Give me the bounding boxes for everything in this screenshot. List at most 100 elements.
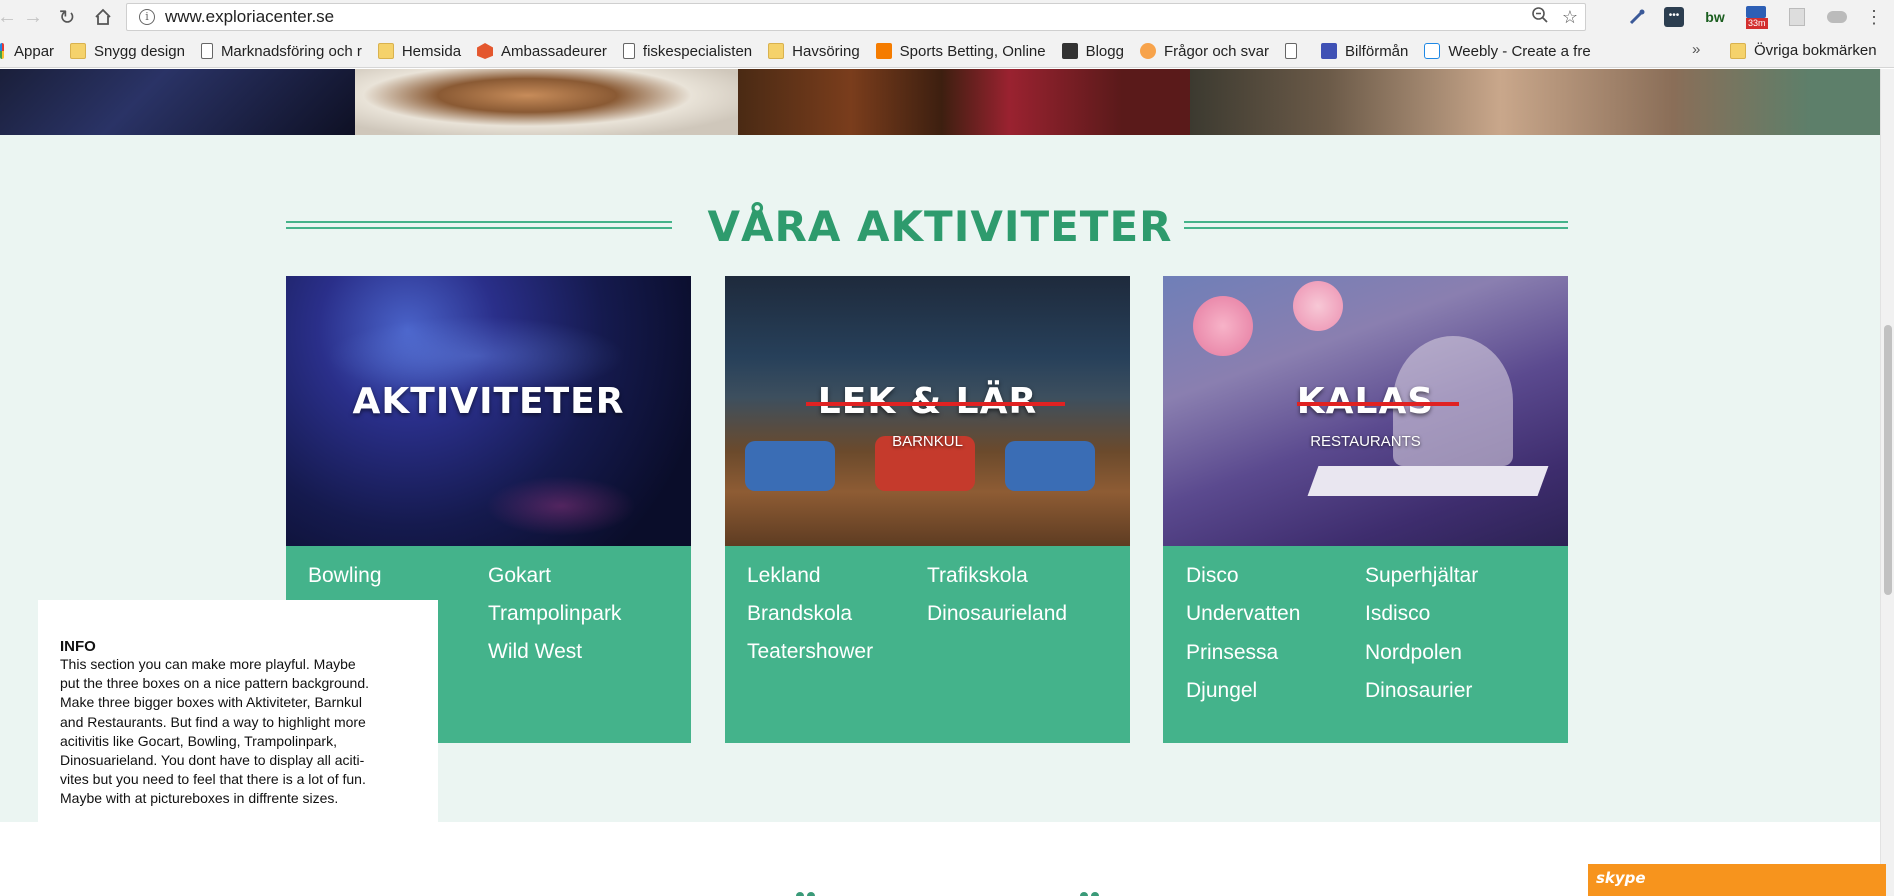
- eyedropper-extension-icon[interactable]: [1625, 5, 1649, 29]
- hero-photo-show: [738, 69, 1190, 135]
- list-item[interactable]: Dinosaurieland: [927, 602, 1067, 626]
- list-item[interactable]: Gokart: [488, 564, 551, 588]
- weebly-icon: [1424, 43, 1441, 59]
- hero-photo-food: [355, 69, 738, 135]
- decorative-dots-left: [796, 887, 818, 896]
- card-subtitle: RESTAURANTS: [1310, 433, 1421, 450]
- home-icon[interactable]: [90, 4, 116, 30]
- card-subtitle: BARNKUL: [892, 433, 963, 450]
- card-lek-och-lar[interactable]: LEK & LÄR BARNKUL Lekland Brandskola Tea…: [725, 276, 1130, 743]
- info-line: put the three boxes on a nice pattern ba…: [60, 675, 369, 692]
- extension-badge: 33m: [1746, 18, 1768, 29]
- hero-image-strip: [0, 69, 1880, 135]
- reload-icon[interactable]: ↻: [54, 4, 80, 30]
- bookmark-item[interactable]: Marknadsföring och r: [200, 42, 362, 60]
- back-icon[interactable]: ←: [0, 4, 20, 30]
- page-icon: [622, 43, 635, 59]
- bookmark-item[interactable]: fiskespecialisten: [622, 42, 753, 60]
- folder-icon: [768, 43, 785, 59]
- list-item[interactable]: Nordpolen: [1365, 641, 1462, 665]
- bookmark-item[interactable]: Snygg design: [70, 43, 185, 60]
- bookmark-star-icon[interactable]: ☆: [1555, 7, 1585, 28]
- url-text[interactable]: www.exploriacenter.se: [165, 7, 1525, 27]
- info-line: Maybe with at pictureboxes in diffrente …: [60, 790, 339, 807]
- info-line: Make three bigger boxes with Aktiviteter…: [60, 694, 362, 711]
- info-line: Dinosuarieland. You dont have to display…: [60, 752, 365, 769]
- bookmarks-overflow-button[interactable]: »: [1692, 41, 1700, 58]
- lastpass-extension-icon[interactable]: •••: [1662, 5, 1686, 29]
- bookmark-item[interactable]: Appar: [0, 43, 54, 60]
- list-item[interactable]: Teatershower: [747, 640, 873, 664]
- apps-grid-icon: [0, 43, 4, 59]
- list-item[interactable]: Trafikskola: [927, 564, 1028, 588]
- bookmark-label: Blogg: [1085, 42, 1124, 60]
- browser-toolbar: ← → ↻ i www.exploriacenter.se ☆ ••• bw 3…: [0, 0, 1894, 34]
- chat-icon: [1139, 43, 1156, 59]
- zoom-icon[interactable]: [1525, 6, 1555, 29]
- calendar-extension-icon[interactable]: 33m: [1745, 5, 1769, 29]
- list-item[interactable]: Wild West: [488, 640, 582, 664]
- bookmark-item[interactable]: Frågor och svar: [1139, 42, 1270, 60]
- info-line: vites but you need to feel that there is…: [60, 771, 366, 788]
- strikethrough-line: [1297, 402, 1459, 406]
- list-item[interactable]: Superhjältar: [1365, 564, 1478, 588]
- scrollbar-thumb[interactable]: [1884, 325, 1892, 595]
- other-bookmarks-folder[interactable]: Övriga bokmärken: [1730, 42, 1877, 59]
- card-activity-list: Lekland Brandskola Teatershower Trafiksk…: [725, 546, 1130, 743]
- bookmark-item[interactable]: [1285, 43, 1305, 59]
- bookmark-item[interactable]: Havsöring: [768, 43, 860, 60]
- bookmark-label: Appar: [14, 42, 55, 60]
- bookmark-label: Sports Betting, Online: [899, 42, 1046, 60]
- browser-menu-icon[interactable]: ⋮: [1862, 5, 1886, 29]
- bookmark-item[interactable]: Ambassadeurer: [477, 43, 607, 60]
- page-scrollbar[interactable]: [1880, 69, 1894, 896]
- list-item[interactable]: Isdisco: [1365, 602, 1430, 626]
- forward-icon[interactable]: →: [20, 4, 46, 30]
- bookmark-item[interactable]: Weebly - Create a fre: [1424, 42, 1591, 60]
- list-item[interactable]: Bowling: [308, 564, 382, 588]
- bookmark-label: Marknadsföring och r: [220, 42, 362, 60]
- list-item[interactable]: Djungel: [1186, 679, 1257, 703]
- info-text: This section you can make more playful. …: [60, 655, 416, 809]
- bookmark-label: Frågor och svar: [1163, 42, 1270, 60]
- page-icon: [1285, 43, 1298, 59]
- info-line: acitivitis like Gocart, Bowling, Trampol…: [60, 732, 337, 749]
- bw-extension-icon[interactable]: bw: [1703, 5, 1727, 29]
- bookmark-label: fiskespecialisten: [642, 42, 753, 60]
- other-bookmarks-label: Övriga bokmärken: [1754, 42, 1877, 59]
- bookmark-label: Ambassadeurer: [501, 42, 607, 60]
- hero-photo-gokart: [0, 69, 355, 135]
- list-item[interactable]: Lekland: [747, 564, 821, 588]
- cloud-extension-icon[interactable]: [1825, 5, 1849, 29]
- bookmark-item[interactable]: Hemsida: [377, 43, 461, 60]
- address-bar[interactable]: i www.exploriacenter.se ☆: [126, 3, 1586, 31]
- hero-photo-kids: [1190, 69, 1880, 135]
- x-icon: [1061, 43, 1078, 59]
- page-icon: [200, 43, 213, 59]
- info-line: This section you can make more playful. …: [60, 656, 356, 672]
- info-title: INFO: [60, 638, 96, 655]
- strikethrough-line: [806, 402, 1065, 406]
- list-item[interactable]: Undervatten: [1186, 602, 1300, 626]
- bookmark-label: Weebly - Create a fre: [1448, 42, 1591, 60]
- site-info-icon[interactable]: i: [139, 9, 155, 25]
- bookmark-item[interactable]: Sports Betting, Online: [875, 42, 1046, 60]
- bookmark-label: Snygg design: [94, 42, 185, 60]
- skype-bar[interactable]: skype: [1588, 864, 1886, 896]
- bookmark-item[interactable]: Blogg: [1061, 42, 1124, 60]
- magento-icon: [477, 43, 494, 59]
- list-item[interactable]: Dinosaurier: [1365, 679, 1472, 703]
- list-item[interactable]: Prinsessa: [1186, 641, 1278, 665]
- card-kalas[interactable]: KALAS RESTAURANTS Disco Undervatten Prin…: [1163, 276, 1568, 743]
- skype-logo-icon[interactable]: skype: [1596, 869, 1646, 887]
- bookmark-label: Havsöring: [792, 42, 860, 60]
- list-item[interactable]: Brandskola: [747, 602, 852, 626]
- pdf-extension-icon[interactable]: [1785, 5, 1809, 29]
- list-item[interactable]: Disco: [1186, 564, 1239, 588]
- folder-icon: [1730, 42, 1746, 59]
- list-item[interactable]: Trampolinpark: [488, 602, 621, 626]
- card-activity-list: Disco Undervatten Prinsessa Djungel Supe…: [1163, 546, 1568, 743]
- bookmark-item[interactable]: Bilförmån: [1321, 43, 1408, 60]
- info-line: and Restaurants. But find a way to highl…: [60, 713, 366, 730]
- section-title: VÅRA AKTIVITETER: [707, 202, 1173, 251]
